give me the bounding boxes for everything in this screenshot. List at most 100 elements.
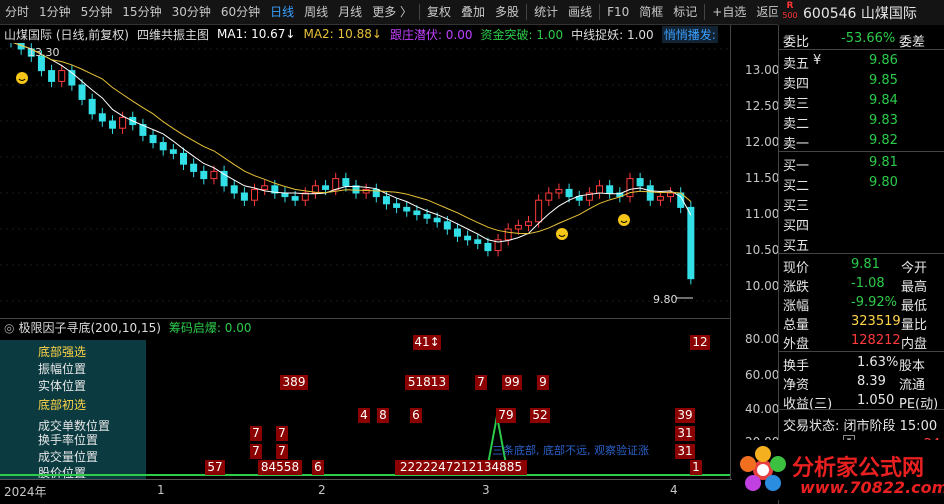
toolbar-item-11[interactable]: 叠加 <box>456 0 490 25</box>
sell-label: 卖二 <box>783 117 810 132</box>
signal-cell: 4 <box>358 408 370 423</box>
toolbar-item-15[interactable]: F10 <box>602 0 634 25</box>
candle-body <box>58 70 66 82</box>
candle-body <box>291 196 299 201</box>
signal-cell: 31 <box>675 444 695 459</box>
toolbar-separator <box>704 4 706 20</box>
buy-price: 9.80 <box>869 175 898 190</box>
toolbar-item-16[interactable]: 简框 <box>634 0 668 25</box>
candle-body <box>403 206 411 212</box>
candlestick-svg[interactable] <box>0 28 730 318</box>
sub-indicator-chart[interactable]: 底部强选 振幅位置 实体位置 底部初选 成交单数位置 换手率位置 成交量位置 股价位置 389… <box>0 335 730 480</box>
toolbar-item-9[interactable]: 更多 〉 <box>367 0 417 25</box>
stat-row: 涨幅 -9.92% 最低 <box>779 293 944 314</box>
chart-title[interactable]: 山煤国际 (日线,前复权) <box>4 26 129 43</box>
candle-body <box>169 149 177 154</box>
y-tick-sub: 60.00 <box>745 368 780 382</box>
candlestick-chart[interactable]: 13.30 9.80 <box>0 28 730 318</box>
toolbar-item-4[interactable]: 30分钟 <box>167 0 216 25</box>
y-tick-main: 11.00 <box>745 207 780 221</box>
buy-price: 9.81 <box>869 155 898 170</box>
sell-price: 9.85 <box>869 73 898 88</box>
indicator-name[interactable]: 四维共振主图 <box>137 26 209 43</box>
sell-label: 卖一 <box>783 137 810 152</box>
stock-title[interactable]: 600546 山煤国际 <box>803 3 917 23</box>
toolbar-item-12[interactable]: 多股 <box>490 0 524 25</box>
candle-body <box>555 188 563 194</box>
stat-label: 外盘 <box>783 337 810 352</box>
y-tick-main: 10.50 <box>745 243 780 257</box>
weibi-value: -53.66% <box>841 31 896 46</box>
candle-body <box>646 185 654 201</box>
candle-body <box>230 185 238 194</box>
sell-label: 卖三 <box>783 97 810 112</box>
stat-row: 涨跌 -1.08 最高 <box>779 274 944 295</box>
y-tick-sub: 80.00 <box>745 332 780 346</box>
badge-letter: R <box>786 0 794 11</box>
bottom-note: 三条底部, 底部不远, 观察验证涨 <box>492 444 649 457</box>
toolbar-item-3[interactable]: 15分钟 <box>117 0 166 25</box>
y-tick-sub: 40.00 <box>745 402 780 416</box>
toolbar-item-5[interactable]: 60分钟 <box>216 0 265 25</box>
signal-cell: 79 <box>496 408 516 423</box>
y-tick-main: 10.00 <box>745 279 780 293</box>
toolbar-separator <box>419 4 421 20</box>
ma1-line <box>10 41 692 243</box>
y-tick-main: 11.50 <box>745 171 780 185</box>
x-tick-jan: 1 <box>157 483 165 497</box>
signal-cell: 51813 <box>405 375 449 390</box>
toolbar-item-10[interactable]: 复权 <box>422 0 456 25</box>
buy-row: 买二 9.80 <box>779 173 944 194</box>
candle-body <box>190 163 198 172</box>
buy-label: 买三 <box>783 199 810 214</box>
toolbar-item-6[interactable]: 日线 <box>265 0 299 25</box>
candle-body <box>251 188 259 201</box>
signal-cell: 6 <box>312 460 324 475</box>
status-row: 交易状态: 闭市阶段 15:00 <box>779 413 944 434</box>
signal-cell: 31 <box>675 426 695 441</box>
stat-value: -9.92% <box>851 295 897 310</box>
midline-value: 中线捉妖: 1.00 <box>571 27 654 42</box>
candle-body <box>98 113 106 122</box>
sub-title[interactable]: 极限因子寻底(200,10,15) <box>18 319 160 336</box>
candle-body <box>413 210 421 216</box>
x-tick-year: 2024年 <box>4 485 47 499</box>
toolbar-item-7[interactable]: 周线 <box>299 0 333 25</box>
toolbar-item-13[interactable]: 统计 <box>529 0 563 25</box>
ma2-value: MA2: 10.88↓ <box>303 27 382 41</box>
sell-price: 9.82 <box>869 133 898 148</box>
ma1-value: MA1: 10.67↓ <box>217 27 296 41</box>
main-chart-info: 山煤国际 (日线,前复权) 四维共振主图 MA1: 10.67↓ MA2: 10… <box>0 25 730 43</box>
stat-value: 128212 <box>851 333 901 348</box>
watermark-logo: 分析家公式网 www.70822.com <box>732 440 944 500</box>
stat-value: 9.81 <box>851 257 880 272</box>
signal-cell: 2222247212134885 <box>395 460 527 475</box>
candle-body <box>474 239 482 244</box>
sub-indicator: 筹码启爆: 0.00 <box>168 321 252 335</box>
toolbar-item-17[interactable]: 标记 <box>668 0 702 25</box>
expand-icon[interactable]: ◎ <box>4 321 14 335</box>
toolbar-item-14[interactable]: 画线 <box>563 0 597 25</box>
candle-body <box>88 98 96 115</box>
signal-cell: 7 <box>475 375 487 390</box>
toolbar-separator <box>599 4 601 20</box>
toolbar-item-18[interactable]: +自选 <box>707 0 751 25</box>
candle-body <box>504 228 512 241</box>
sell-mark: ¥ <box>813 53 822 68</box>
toolbar-item-1[interactable]: 1分钟 <box>34 0 76 25</box>
toolbar-item-8[interactable]: 月线 <box>333 0 367 25</box>
toolbar-item-0[interactable]: 分时 <box>0 0 34 25</box>
sell-row: 卖一 9.82 <box>779 131 944 152</box>
candle-body <box>545 192 553 201</box>
signal-cell: 41↕ <box>413 335 441 350</box>
candle-body <box>565 188 573 198</box>
signal-cell: 1 <box>690 460 702 475</box>
signal-cell: 9 <box>537 375 549 390</box>
buy-label: 买四 <box>783 219 810 234</box>
buy-row: 买一 9.81 <box>779 153 944 174</box>
stat2-value: 8.39 <box>857 374 886 389</box>
signal-cell: 7 <box>276 444 288 459</box>
toolbar-item-2[interactable]: 5分钟 <box>76 0 118 25</box>
extra-value: 悄悄播发: <box>661 25 718 43</box>
signal-cell: 389 <box>280 375 308 390</box>
